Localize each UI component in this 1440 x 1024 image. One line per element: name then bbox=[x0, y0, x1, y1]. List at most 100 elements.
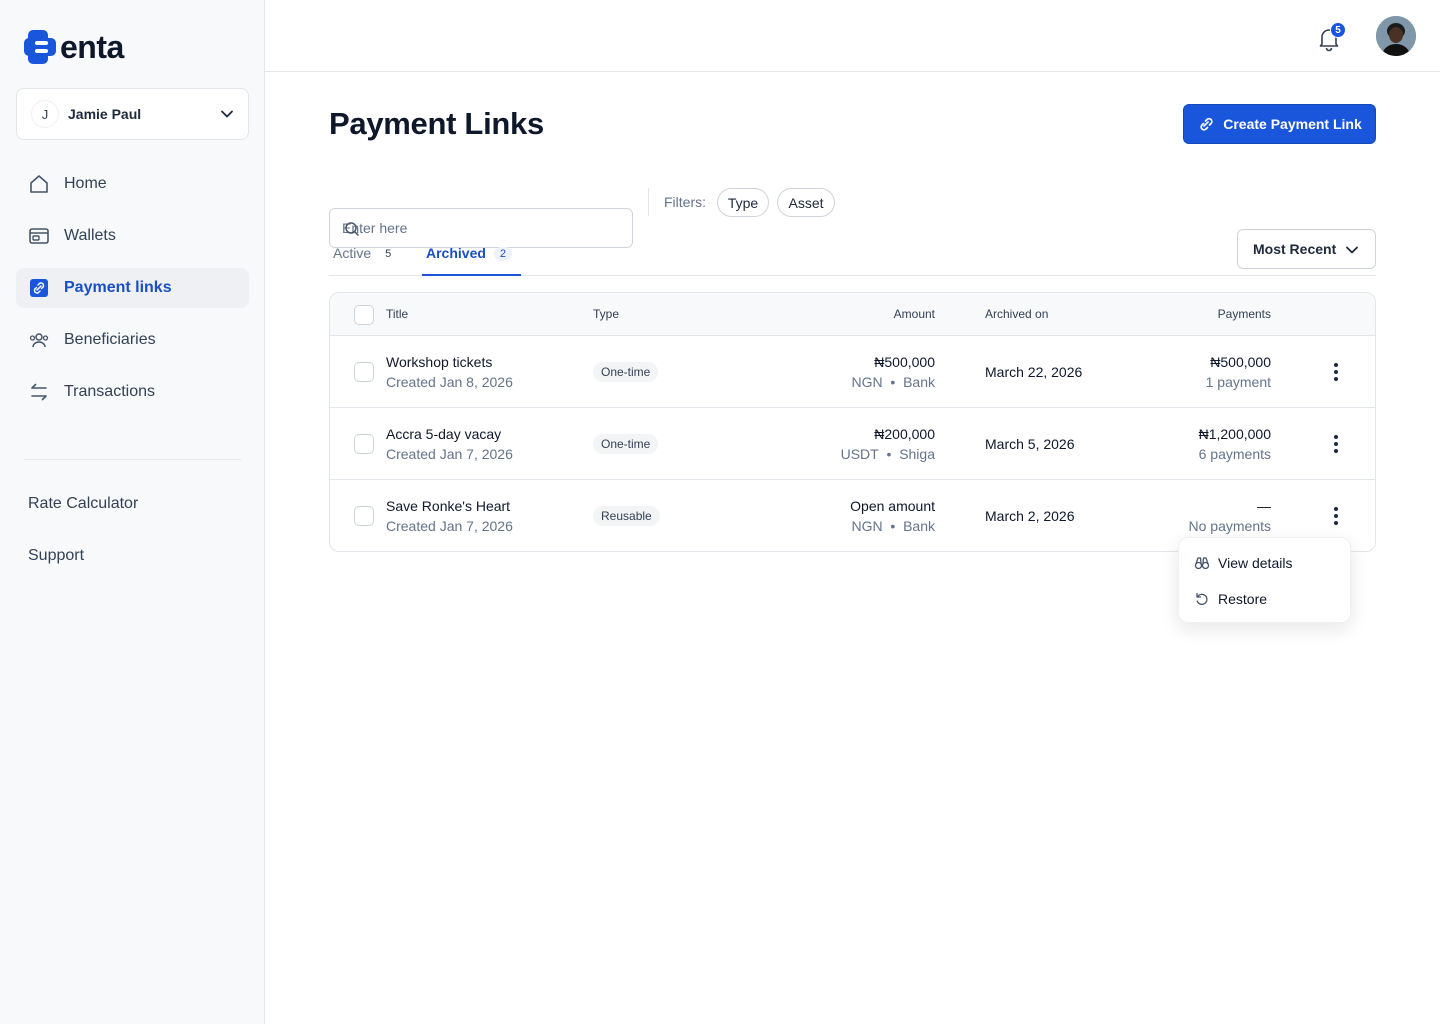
row-checkbox[interactable] bbox=[354, 506, 374, 526]
sidebar-item-label: Beneficiaries bbox=[64, 331, 156, 348]
top-bar bbox=[265, 0, 1440, 72]
table-header: Title Type Amount Archived on Payments bbox=[330, 293, 1375, 336]
header-amount: Amount bbox=[893, 307, 935, 321]
row-actions-menu: View details Restore bbox=[1178, 537, 1351, 623]
users-icon bbox=[28, 329, 50, 351]
channel: Bank bbox=[903, 518, 935, 534]
header-title: Title bbox=[386, 307, 409, 321]
search-input[interactable] bbox=[342, 220, 602, 236]
channel: Shiga bbox=[899, 446, 935, 462]
archived-date: March 2, 2026 bbox=[985, 508, 1075, 524]
sidebar-item-label: Transactions bbox=[64, 383, 155, 400]
archived-date: March 22, 2026 bbox=[985, 364, 1083, 380]
tab-label: Active bbox=[333, 245, 372, 261]
tab-active[interactable]: Active 5 bbox=[333, 245, 397, 276]
link-icon bbox=[1200, 117, 1213, 131]
header-archived-on: Archived on bbox=[985, 307, 1049, 321]
tab-label: Archived bbox=[426, 245, 486, 261]
create-payment-link-button[interactable]: Create Payment Link bbox=[1183, 104, 1376, 144]
sidebar-item-label: Home bbox=[64, 175, 107, 192]
account-avatar: J bbox=[31, 100, 59, 128]
type-badge: Reusable bbox=[593, 506, 660, 526]
type-badge: One-time bbox=[593, 434, 659, 454]
currency: NGN bbox=[851, 518, 883, 534]
channel: Bank bbox=[903, 374, 935, 390]
separator-dot: • bbox=[890, 518, 896, 534]
filter-chip-asset[interactable]: Asset bbox=[777, 188, 835, 217]
row-actions-button[interactable] bbox=[1324, 504, 1348, 528]
chevron-down-icon bbox=[1346, 246, 1358, 254]
wallet-icon bbox=[28, 225, 50, 247]
filter-chip-type[interactable]: Type bbox=[717, 188, 769, 217]
tab-archived[interactable]: Archived 2 bbox=[422, 245, 521, 276]
currency: USDT bbox=[840, 446, 879, 462]
main-nav: Home Wallets Payment links Beneficiaries… bbox=[16, 164, 249, 424]
payments-amount: — bbox=[1257, 498, 1271, 514]
sidebar-divider bbox=[24, 459, 241, 460]
restore-icon bbox=[1194, 591, 1210, 607]
sidebar-item-beneficiaries[interactable]: Beneficiaries bbox=[16, 320, 249, 360]
table-row[interactable]: Workshop tickets Created Jan 8, 2026 One… bbox=[330, 336, 1375, 408]
link-created: Created Jan 7, 2026 bbox=[386, 518, 513, 534]
separator-dot: • bbox=[890, 374, 896, 390]
menu-item-label: Restore bbox=[1218, 591, 1268, 607]
sidebar: enta J Jamie Paul Home Wallets Payment l… bbox=[0, 0, 265, 1024]
chevron-down-icon bbox=[221, 110, 233, 118]
sort-label: Most Recent bbox=[1253, 241, 1337, 257]
table-row[interactable]: Accra 5-day vacay Created Jan 7, 2026 On… bbox=[330, 408, 1375, 480]
support-link[interactable]: Support bbox=[28, 547, 84, 565]
link-created: Created Jan 8, 2026 bbox=[386, 374, 513, 390]
avatar-photo-icon bbox=[1376, 16, 1416, 56]
tab-count: 5 bbox=[385, 248, 392, 260]
tab-count: 2 bbox=[493, 247, 513, 261]
sidebar-item-label: Wallets bbox=[64, 227, 116, 244]
filter-separator bbox=[648, 188, 649, 216]
sidebar-item-payment-links[interactable]: Payment links bbox=[16, 268, 249, 308]
amount-value: ₦200,000 bbox=[874, 426, 935, 442]
menu-item-label: View details bbox=[1218, 555, 1293, 571]
link-title: Accra 5-day vacay bbox=[386, 426, 502, 442]
sidebar-item-transactions[interactable]: Transactions bbox=[16, 372, 249, 412]
payment-links-table: Title Type Amount Archived on Payments W… bbox=[329, 292, 1376, 552]
amount-meta: USDT • Shiga bbox=[841, 446, 935, 462]
notification-badge: 5 bbox=[1330, 22, 1346, 38]
rate-calculator-link[interactable]: Rate Calculator bbox=[28, 495, 138, 513]
sidebar-item-home[interactable]: Home bbox=[16, 164, 249, 204]
row-actions-button[interactable] bbox=[1324, 432, 1348, 456]
account-switcher[interactable]: J Jamie Paul bbox=[16, 88, 249, 140]
brand-name: enta bbox=[60, 29, 124, 65]
menu-item-view-details[interactable]: View details bbox=[1179, 548, 1350, 578]
currency: NGN bbox=[851, 374, 883, 390]
separator-dot: • bbox=[886, 446, 892, 462]
amount-value: ₦500,000 bbox=[874, 354, 935, 370]
brand-logo[interactable]: enta bbox=[24, 30, 124, 64]
profile-avatar[interactable] bbox=[1376, 16, 1416, 56]
sidebar-item-wallets[interactable]: Wallets bbox=[16, 216, 249, 256]
header-payments: Payments bbox=[1217, 307, 1271, 321]
search-box[interactable] bbox=[329, 208, 633, 248]
sort-dropdown[interactable]: Most Recent bbox=[1237, 229, 1376, 269]
select-all-checkbox[interactable] bbox=[354, 305, 374, 325]
link-created: Created Jan 7, 2026 bbox=[386, 446, 513, 462]
row-actions-button[interactable] bbox=[1324, 360, 1348, 384]
payments-amount: ₦500,000 bbox=[1210, 354, 1271, 370]
account-name: Jamie Paul bbox=[68, 106, 142, 122]
page-title: Payment Links bbox=[329, 106, 544, 141]
header-type: Type bbox=[593, 307, 620, 321]
kebab-menu-icon bbox=[1334, 363, 1338, 381]
link-title: Save Ronke's Heart bbox=[386, 498, 511, 514]
menu-item-restore[interactable]: Restore bbox=[1179, 584, 1350, 614]
archived-date: March 5, 2026 bbox=[985, 436, 1075, 452]
sidebar-item-label: Payment links bbox=[64, 279, 172, 296]
amount-value: Open amount bbox=[850, 498, 935, 514]
row-checkbox[interactable] bbox=[354, 362, 374, 382]
amount-meta: NGN • Bank bbox=[851, 518, 935, 534]
search-icon bbox=[345, 222, 359, 236]
payments-count: 1 payment bbox=[1205, 374, 1271, 390]
binoculars-icon bbox=[1194, 555, 1210, 571]
logo-mark-icon bbox=[24, 30, 56, 64]
link-title: Workshop tickets bbox=[386, 354, 493, 370]
row-checkbox[interactable] bbox=[354, 434, 374, 454]
amount-meta: NGN • Bank bbox=[851, 374, 935, 390]
type-badge: One-time bbox=[593, 362, 659, 382]
